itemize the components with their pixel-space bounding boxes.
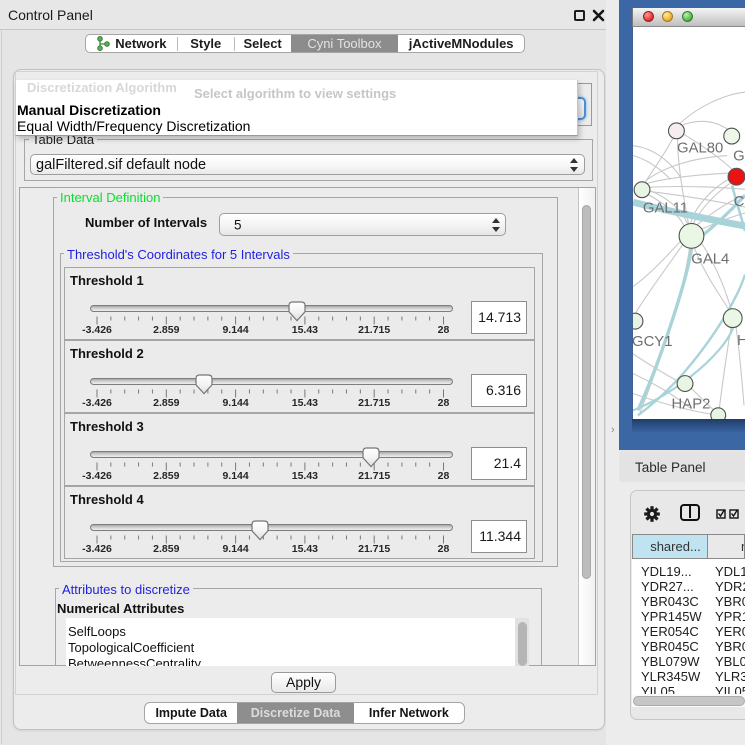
svg-text:GCY1: GCY1 — [632, 334, 672, 350]
svg-text:GAL11: GAL11 — [643, 201, 688, 217]
svg-text:GAL2: GAL2 — [733, 149, 745, 165]
svg-text:GAL4: GAL4 — [691, 252, 729, 268]
svg-text:GAL80: GAL80 — [677, 141, 723, 157]
svg-text:HAP1: HAP1 — [737, 333, 745, 349]
svg-text:CDC: CDC — [734, 194, 745, 210]
svg-text:HAP2: HAP2 — [672, 396, 711, 412]
